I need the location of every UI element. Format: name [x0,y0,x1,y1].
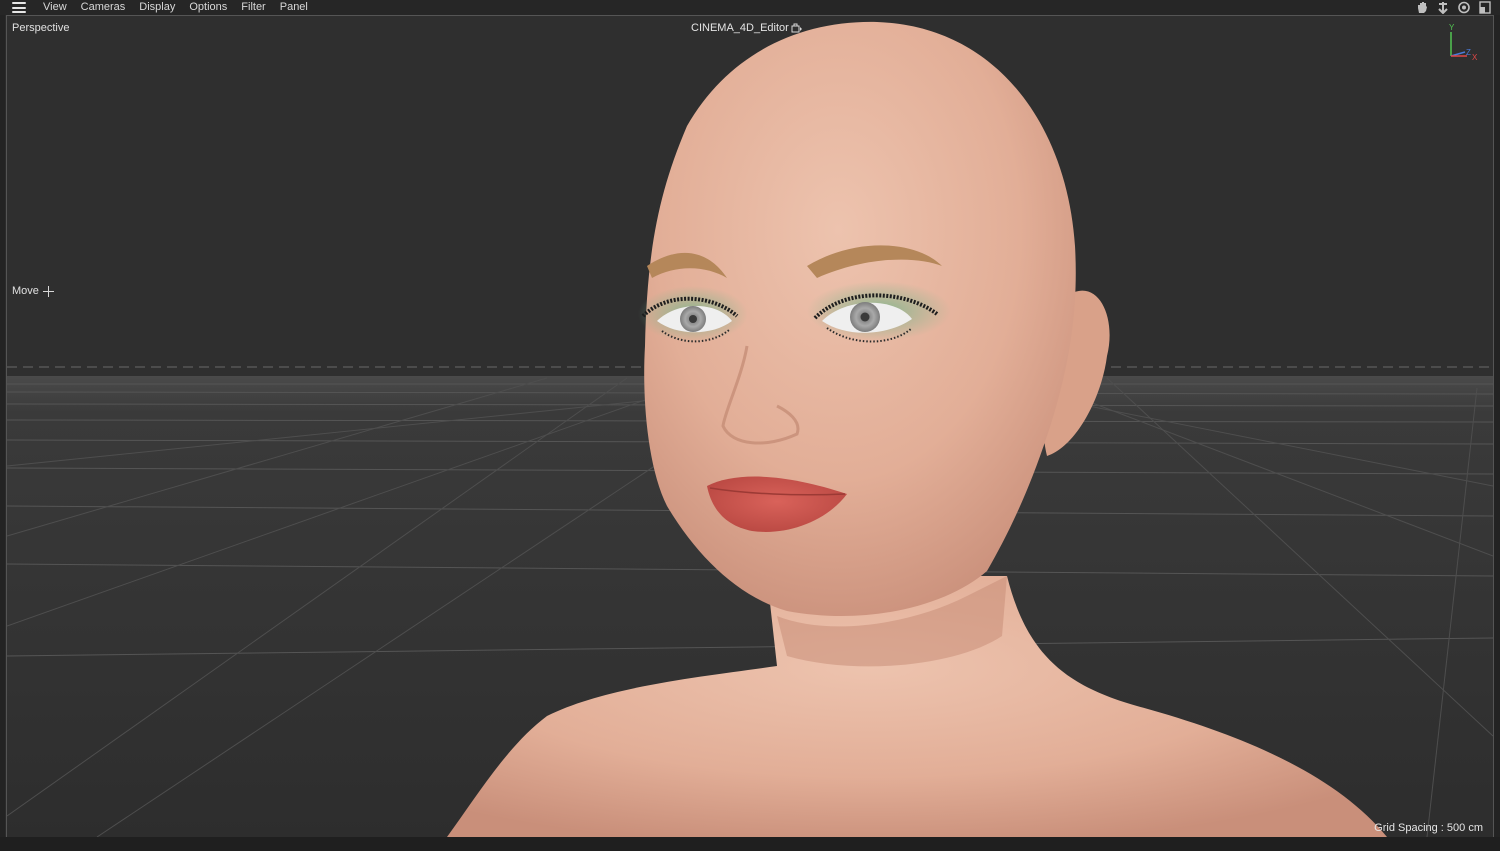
active-tool-label[interactable]: Move [12,285,54,297]
camera-label[interactable]: Perspective [12,22,69,34]
axis-y-label: Y [1449,23,1455,32]
grid-spacing-label: Grid Spacing : 500 cm [1374,822,1483,834]
rotate-camera-icon[interactable] [1457,1,1471,14]
menu-panel[interactable]: Panel [273,1,315,14]
move-crosshair-icon [42,285,54,297]
bottom-panel-edge [0,837,1500,851]
menu-view[interactable]: View [36,1,74,14]
camera-name-label[interactable]: CINEMA_4D_Editor [691,22,803,34]
viewport-nav-icons [1415,0,1492,14]
hamburger-menu-icon[interactable] [12,2,26,13]
move-camera-icon[interactable] [1436,1,1450,14]
axis-z-label: Z [1466,48,1471,57]
viewport-scene [7,21,1493,837]
hand-pan-icon[interactable] [1415,1,1429,14]
axis-gizmo[interactable]: Y Z X [1445,22,1479,62]
menu-cameras[interactable]: Cameras [74,1,133,14]
right-pupil [860,312,870,322]
camera-link-icon[interactable] [791,23,803,33]
menu-bar: View Cameras Display Options Filter Pane… [0,0,1500,15]
tool-name: Move [12,285,39,297]
menu-display[interactable]: Display [132,1,182,14]
right-panel-edge [1493,15,1500,851]
camera-name-text: CINEMA_4D_Editor [691,22,789,34]
axis-x-label: X [1472,53,1478,62]
left-pupil [689,315,697,323]
menu-options[interactable]: Options [182,1,234,14]
menu-filter[interactable]: Filter [234,1,272,14]
left-panel-edge [0,15,5,851]
3d-viewport[interactable]: Perspective CINEMA_4D_Editor Move Y Z X … [6,15,1494,838]
maximize-view-icon[interactable] [1478,0,1492,14]
